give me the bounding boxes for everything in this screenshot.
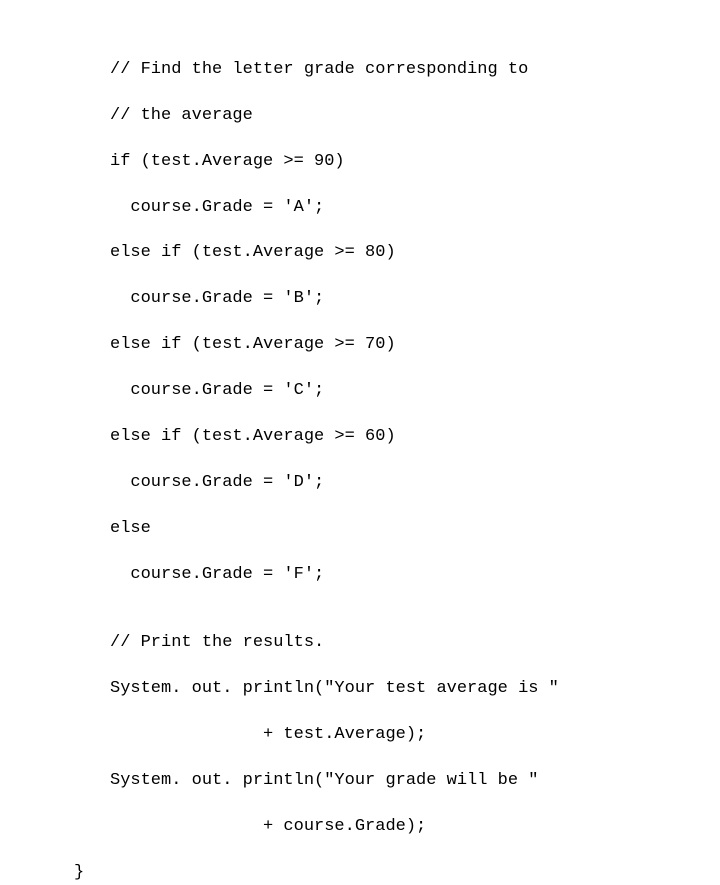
code-line: System. out. println("Your test average … (110, 678, 720, 701)
code-line: // Find the letter grade corresponding t… (110, 59, 720, 82)
code-line: + course.Grade); (110, 816, 720, 839)
code-line: + test.Average); (110, 724, 720, 747)
closing-brace: } (0, 862, 720, 885)
code-snippet: // Find the letter grade corresponding t… (0, 0, 720, 862)
code-line: else if (test.Average >= 70) (110, 334, 720, 357)
code-line: course.Grade = 'C'; (110, 380, 720, 403)
code-line: else (110, 518, 720, 541)
code-line: else if (test.Average >= 60) (110, 426, 720, 449)
code-line: if (test.Average >= 90) (110, 151, 720, 174)
code-line: course.Grade = 'A'; (110, 197, 720, 220)
code-line: course.Grade = 'B'; (110, 288, 720, 311)
code-line: course.Grade = 'F'; (110, 564, 720, 587)
code-line: course.Grade = 'D'; (110, 472, 720, 495)
code-line: // the average (110, 105, 720, 128)
code-line: else if (test.Average >= 80) (110, 242, 720, 265)
code-line: System. out. println("Your grade will be… (110, 770, 720, 793)
code-line: // Print the results. (110, 632, 720, 655)
